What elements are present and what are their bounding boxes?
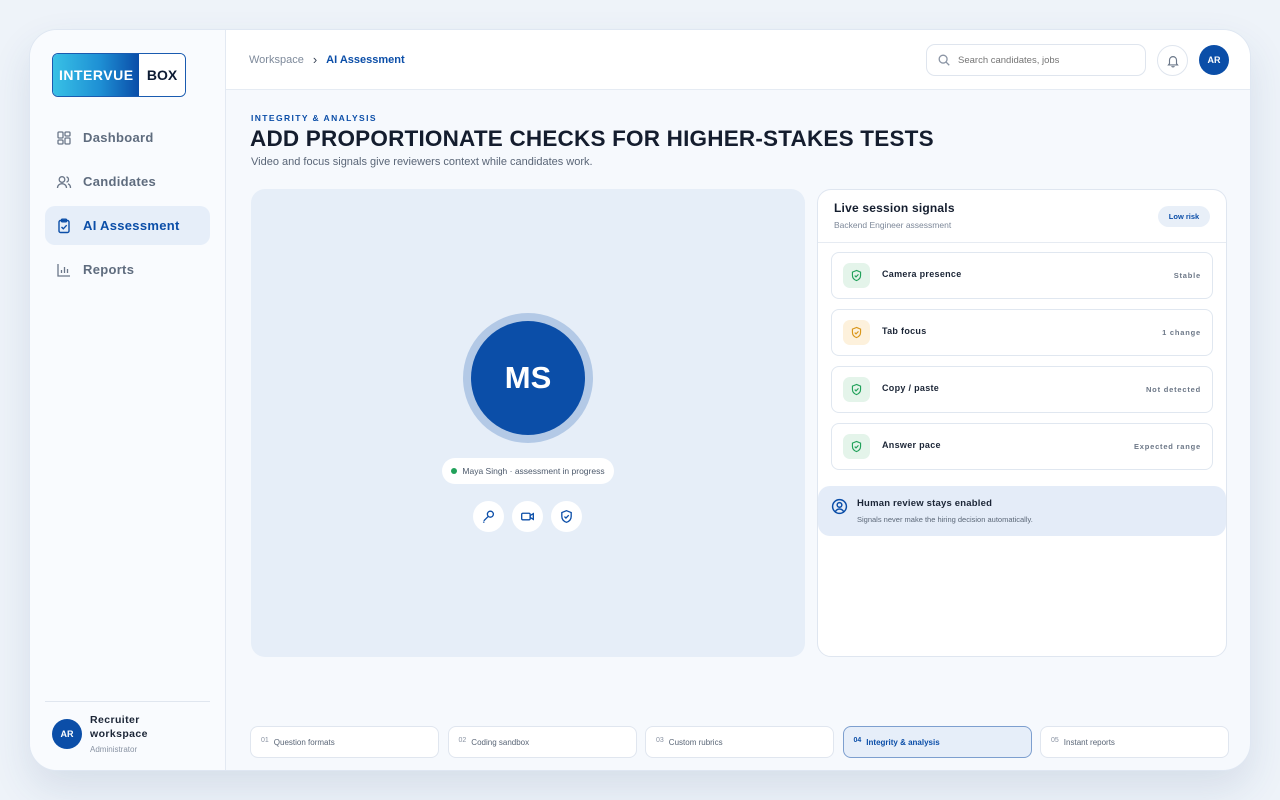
signal-tab-focus[interactable]: Tab focus 1 change bbox=[831, 309, 1213, 356]
user-circle-icon bbox=[831, 498, 848, 515]
candidate-avatar-ring: MS bbox=[463, 313, 593, 443]
signal-value: Stable bbox=[1173, 271, 1201, 280]
step-number: 02 bbox=[458, 736, 467, 744]
logo-right-text: BOX bbox=[139, 54, 185, 96]
step-question-formats[interactable]: 01 Question formats bbox=[250, 726, 439, 758]
sidebar-item-label: AI Assessment bbox=[83, 218, 180, 233]
video-controls bbox=[473, 501, 590, 532]
candidate-avatar: MS bbox=[471, 321, 585, 435]
sidebar-item-reports[interactable]: Reports bbox=[45, 250, 210, 289]
search-input[interactable] bbox=[958, 54, 1138, 66]
search-box[interactable] bbox=[926, 44, 1146, 76]
step-label: Integrity & analysis bbox=[866, 737, 940, 747]
bar-chart-icon bbox=[56, 262, 72, 278]
human-review-subtitle: Signals never make the hiring decision a… bbox=[857, 515, 1033, 524]
logo-left-text: INTERVUE bbox=[53, 54, 139, 96]
step-number: 01 bbox=[261, 736, 269, 744]
session-status-pill: Maya Singh · assessment in progress bbox=[442, 458, 614, 484]
signal-label: Answer pace bbox=[882, 440, 941, 450]
app-frame: INTERVUE BOX Dashboard Candidates AI Ass… bbox=[29, 29, 1251, 771]
session-status-text: Maya Singh · assessment in progress bbox=[462, 466, 605, 476]
dashboard-icon bbox=[56, 130, 72, 146]
sidebar-item-label: Candidates bbox=[83, 174, 157, 189]
header-avatar[interactable]: AR bbox=[1199, 45, 1229, 75]
sidebar-nav: Dashboard Candidates AI Assessment Repor… bbox=[45, 118, 210, 294]
page-subtitle: Video and focus signals give reviewers c… bbox=[251, 156, 593, 168]
sidebar-item-dashboard[interactable]: Dashboard bbox=[45, 118, 210, 157]
page-title: ADD PROPORTIONATE CHECKS FOR HIGHER-STAK… bbox=[250, 126, 934, 151]
step-label: Custom rubrics bbox=[668, 737, 723, 747]
human-review-title: Human review stays enabled bbox=[857, 498, 993, 509]
camera-button[interactable] bbox=[512, 501, 543, 532]
live-status-dot bbox=[451, 468, 458, 474]
user-info: Recruiter workspace Administrator bbox=[90, 713, 200, 754]
user-role: Administrator bbox=[90, 745, 138, 754]
shield-check-icon bbox=[843, 263, 870, 288]
top-bar: Workspace › AI Assessment AR bbox=[226, 30, 1250, 90]
candidate-video-feed: MS Maya Singh · assessment in progress bbox=[251, 189, 805, 657]
shield-check-icon bbox=[561, 509, 572, 524]
panel-title: Live session signals bbox=[834, 201, 955, 215]
video-camera-icon bbox=[521, 512, 534, 521]
shield-check-icon bbox=[843, 434, 870, 459]
signal-label: Copy / paste bbox=[882, 383, 940, 393]
breadcrumb-current: AI Assessment bbox=[326, 53, 405, 66]
signal-camera-presence[interactable]: Camera presence Stable bbox=[831, 252, 1213, 299]
signal-value: Not detected bbox=[1145, 385, 1201, 394]
step-custom-rubrics[interactable]: 03 Custom rubrics bbox=[645, 726, 834, 758]
signal-copy-paste[interactable]: Copy / paste Not detected bbox=[831, 366, 1213, 413]
risk-badge: Low risk bbox=[1158, 206, 1210, 227]
signal-label: Tab focus bbox=[882, 326, 927, 336]
panel-subtitle: Backend Engineer assessment bbox=[834, 220, 952, 230]
signal-value: 1 change bbox=[1162, 328, 1201, 337]
microphone-icon bbox=[482, 510, 495, 524]
feature-steps: 01 Question formats 02 Coding sandbox 03… bbox=[250, 726, 1238, 758]
human-review-notice: Human review stays enabled Signals never… bbox=[818, 486, 1226, 536]
sidebar-item-candidates[interactable]: Candidates bbox=[45, 162, 210, 201]
sidebar-user-card[interactable]: AR Recruiter workspace Administrator bbox=[45, 701, 210, 754]
integrity-shield-button[interactable] bbox=[551, 501, 582, 532]
panel-header: Live session signals Backend Engineer as… bbox=[818, 190, 1226, 243]
user-avatar: AR bbox=[52, 719, 82, 749]
step-number: 04 bbox=[853, 736, 862, 744]
breadcrumb: Workspace › AI Assessment bbox=[249, 52, 405, 67]
users-icon bbox=[56, 174, 72, 190]
search-icon bbox=[938, 54, 950, 66]
sidebar-item-label: Dashboard bbox=[83, 130, 154, 145]
sidebar: INTERVUE BOX Dashboard Candidates AI Ass… bbox=[30, 30, 226, 770]
clipboard-check-icon bbox=[56, 218, 72, 234]
step-number: 03 bbox=[656, 736, 664, 744]
step-label: Instant reports bbox=[1063, 737, 1115, 747]
breadcrumb-workspace[interactable]: Workspace bbox=[249, 54, 304, 66]
shield-check-icon bbox=[843, 377, 870, 402]
user-name: Recruiter workspace bbox=[90, 714, 148, 740]
sidebar-item-label: Reports bbox=[83, 262, 135, 277]
signal-value: Expected range bbox=[1133, 442, 1201, 451]
live-signals-panel: Live session signals Backend Engineer as… bbox=[817, 189, 1227, 657]
step-coding-sandbox[interactable]: 02 Coding sandbox bbox=[447, 726, 637, 758]
chevron-right-icon: › bbox=[312, 52, 318, 67]
intervuebox-logo[interactable]: INTERVUE BOX bbox=[52, 53, 186, 97]
shield-check-icon bbox=[843, 320, 870, 345]
microphone-button[interactable] bbox=[473, 501, 504, 532]
sidebar-item-ai-assessment[interactable]: AI Assessment bbox=[45, 206, 210, 245]
notifications-button[interactable] bbox=[1157, 45, 1188, 76]
section-eyebrow: INTEGRITY & ANALYSIS bbox=[251, 113, 377, 123]
step-instant-reports[interactable]: 05 Instant reports bbox=[1040, 726, 1229, 758]
step-label: Question formats bbox=[273, 737, 335, 747]
signal-label: Camera presence bbox=[882, 269, 962, 279]
step-integrity-analysis[interactable]: 04 Integrity & analysis bbox=[842, 726, 1032, 758]
signal-answer-pace[interactable]: Answer pace Expected range bbox=[831, 423, 1213, 470]
step-label: Coding sandbox bbox=[471, 737, 530, 747]
bell-icon bbox=[1166, 55, 1179, 68]
step-number: 05 bbox=[1051, 736, 1059, 744]
